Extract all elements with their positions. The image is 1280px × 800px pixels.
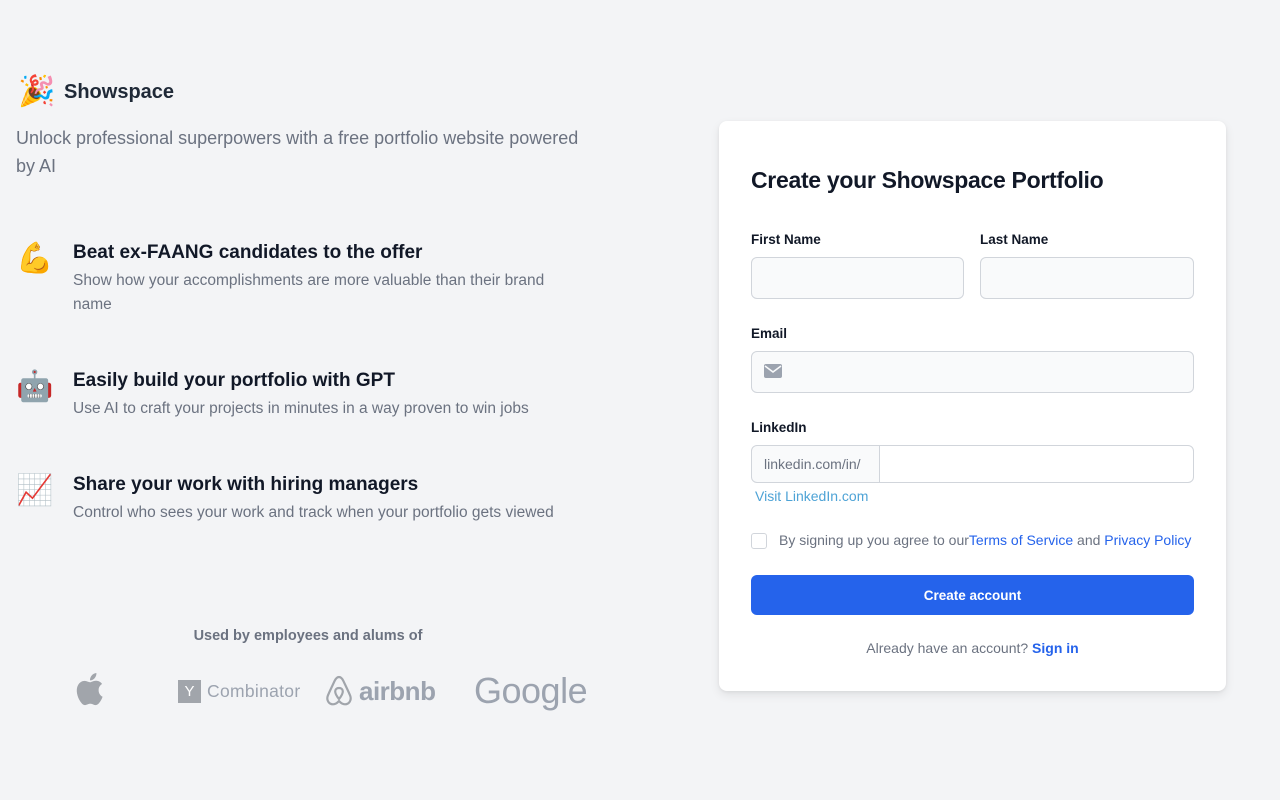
feature-title: Easily build your portfolio with GPT: [73, 370, 395, 391]
feature-description: Control who sees your work and track whe…: [73, 504, 554, 521]
terms-of-service-link[interactable]: Terms of Service: [969, 532, 1073, 548]
party-popper-icon: 🎉: [18, 75, 56, 108]
brand-name: Showspace: [64, 80, 175, 103]
robot-icon: 🤖: [16, 370, 54, 403]
signin-prompt: Already have an account?: [866, 640, 1029, 656]
yc-name: Combinator: [207, 681, 301, 701]
create-account-button[interactable]: Create account: [751, 575, 1194, 615]
privacy-policy-link[interactable]: Privacy Policy: [1104, 532, 1191, 548]
terms-text: By signing up you agree to ourTerms of S…: [779, 532, 1191, 548]
feature-title: Beat ex-FAANG candidates to the offer: [73, 242, 423, 263]
brand: 🎉 Showspace: [16, 74, 596, 110]
airbnb-logo: airbnb: [324, 674, 436, 708]
feature-description: Show how your accomplishments are more v…: [73, 272, 545, 313]
chart-increasing-icon: 📈: [16, 474, 54, 507]
visit-linkedin-link[interactable]: Visit LinkedIn.com: [755, 488, 868, 504]
google-logo: Google: [474, 670, 588, 711]
company-logos: Y Combinator airbnb Google: [16, 668, 600, 718]
tagline: Unlock professional superpowers with a f…: [16, 128, 579, 176]
signup-card: Create your Showspace Portfolio First Na…: [719, 121, 1226, 691]
email-label: Email: [751, 326, 788, 341]
linkedin-prefix: linkedin.com/in/: [751, 445, 880, 483]
yc-letter: Y: [178, 680, 201, 703]
signin-row: Already have an account? Sign in: [719, 640, 1226, 656]
terms-and: and: [1077, 532, 1101, 548]
apple-logo-icon: [74, 672, 104, 706]
linkedin-handle-input[interactable]: [879, 445, 1194, 483]
first-name-input[interactable]: [751, 257, 964, 299]
feature-list: 💪 Beat ex-FAANG candidates to the offer …: [16, 240, 596, 525]
envelope-icon: [764, 364, 782, 383]
feature-title: Share your work with hiring managers: [73, 474, 419, 495]
feature-description: Use AI to craft your projects in minutes…: [73, 400, 529, 417]
email-input[interactable]: [751, 351, 1194, 393]
airbnb-wordmark: airbnb: [359, 675, 436, 706]
feature-item: 💪 Beat ex-FAANG candidates to the offer …: [16, 240, 596, 368]
first-name-label: First Name: [751, 232, 821, 247]
last-name-input[interactable]: [980, 257, 1194, 299]
sign-in-link[interactable]: Sign in: [1032, 640, 1079, 656]
y-combinator-logo: Y Combinator: [178, 680, 300, 703]
terms-prefix: By signing up you agree to our: [779, 532, 969, 548]
feature-item: 🤖 Easily build your portfolio with GPT U…: [16, 368, 596, 472]
marketing-panel: 🎉 Showspace Unlock professional superpow…: [16, 74, 596, 712]
used-by-label: Used by employees and alums of: [193, 628, 423, 644]
terms-checkbox[interactable]: [751, 533, 767, 549]
form-title: Create your Showspace Portfolio: [751, 167, 1104, 193]
last-name-label: Last Name: [980, 232, 1049, 247]
airbnb-belo-icon: [326, 675, 352, 706]
feature-item: 📈 Share your work with hiring managers C…: [16, 472, 596, 525]
linkedin-label: LinkedIn: [751, 420, 807, 435]
flexed-biceps-icon: 💪: [16, 242, 54, 275]
